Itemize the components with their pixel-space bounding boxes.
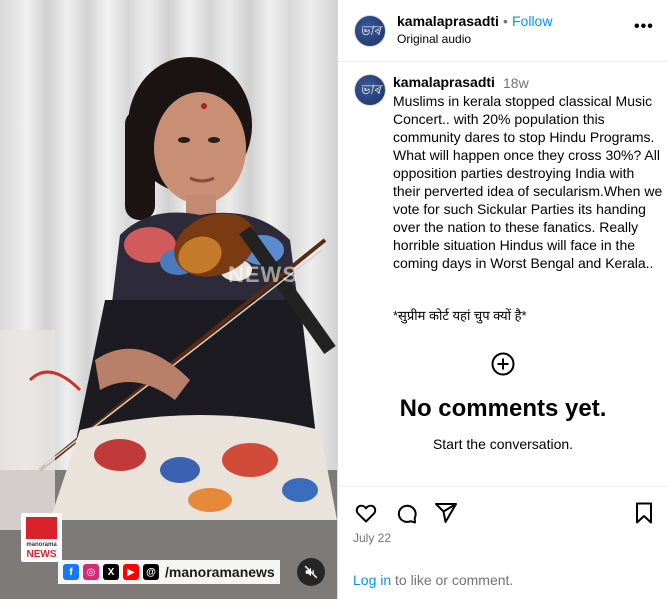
caption-avatar[interactable]: ভাৰ — [354, 74, 386, 106]
save-bookmark-icon[interactable] — [632, 501, 656, 525]
speaker-muted-icon — [304, 565, 318, 579]
video-watermark: NEWS — [228, 262, 298, 287]
social-handle-text: /manoramanews — [165, 564, 275, 580]
caption-text: Muslims in kerala stopped classical Musi… — [393, 93, 667, 271]
like-icon[interactable] — [354, 501, 378, 525]
add-comment-icon[interactable] — [491, 352, 515, 376]
social-handle-bar: f ◎ X ▶ @ /manoramanews — [58, 560, 280, 584]
login-rest-text: to like or comment. — [391, 572, 514, 588]
empty-comments-title: No comments yet. — [399, 395, 607, 422]
video-player[interactable]: NEWS manorama NEWS f ◎ X ▶ @ /manoramane… — [0, 0, 337, 599]
video-frame — [0, 57, 337, 599]
login-prompt: Log in to like or comment. — [353, 572, 513, 588]
avatar-text: ভাৰ — [360, 24, 381, 39]
mute-button[interactable] — [297, 558, 325, 586]
comments-empty-state: No comments yet. Start the conversation. — [338, 350, 668, 452]
empty-comments-subtitle: Start the conversation. — [432, 436, 574, 452]
post-actions: July 22 Log in to like or comment. — [338, 486, 668, 599]
instagram-icon: ◎ — [83, 564, 99, 580]
channel-logo: manorama NEWS — [21, 513, 62, 562]
caption-hindi-line: *सुप्रीम कोर्ट यहां चुप क्यों है* — [393, 308, 527, 323]
caption-avatar-text: ভাৰ — [360, 83, 381, 98]
follow-button[interactable]: Follow — [512, 13, 552, 29]
youtube-icon: ▶ — [123, 564, 139, 580]
header-username[interactable]: kamalaprasadti — [397, 13, 499, 29]
avatar[interactable]: ভাৰ — [354, 15, 386, 47]
caption-time[interactable]: 18w — [503, 75, 529, 91]
channel-logo-mark — [26, 517, 57, 539]
channel-logo-line2: NEWS — [26, 549, 57, 560]
share-icon[interactable] — [434, 501, 458, 525]
channel-logo-line1: manorama — [26, 542, 57, 548]
post-date[interactable]: July 22 — [353, 531, 391, 545]
audio-label[interactable]: Original audio — [397, 32, 471, 46]
x-icon: X — [103, 564, 119, 580]
threads-icon: @ — [143, 564, 159, 580]
post-header: ভাৰ kamalaprasadti • Follow Original aud… — [338, 0, 668, 62]
login-link[interactable]: Log in — [353, 572, 391, 588]
header-separator: • — [503, 13, 508, 29]
more-options-icon[interactable]: ••• — [634, 18, 654, 36]
comment-icon[interactable] — [394, 501, 418, 525]
facebook-icon: f — [63, 564, 79, 580]
caption-username[interactable]: kamalaprasadti — [393, 74, 495, 90]
